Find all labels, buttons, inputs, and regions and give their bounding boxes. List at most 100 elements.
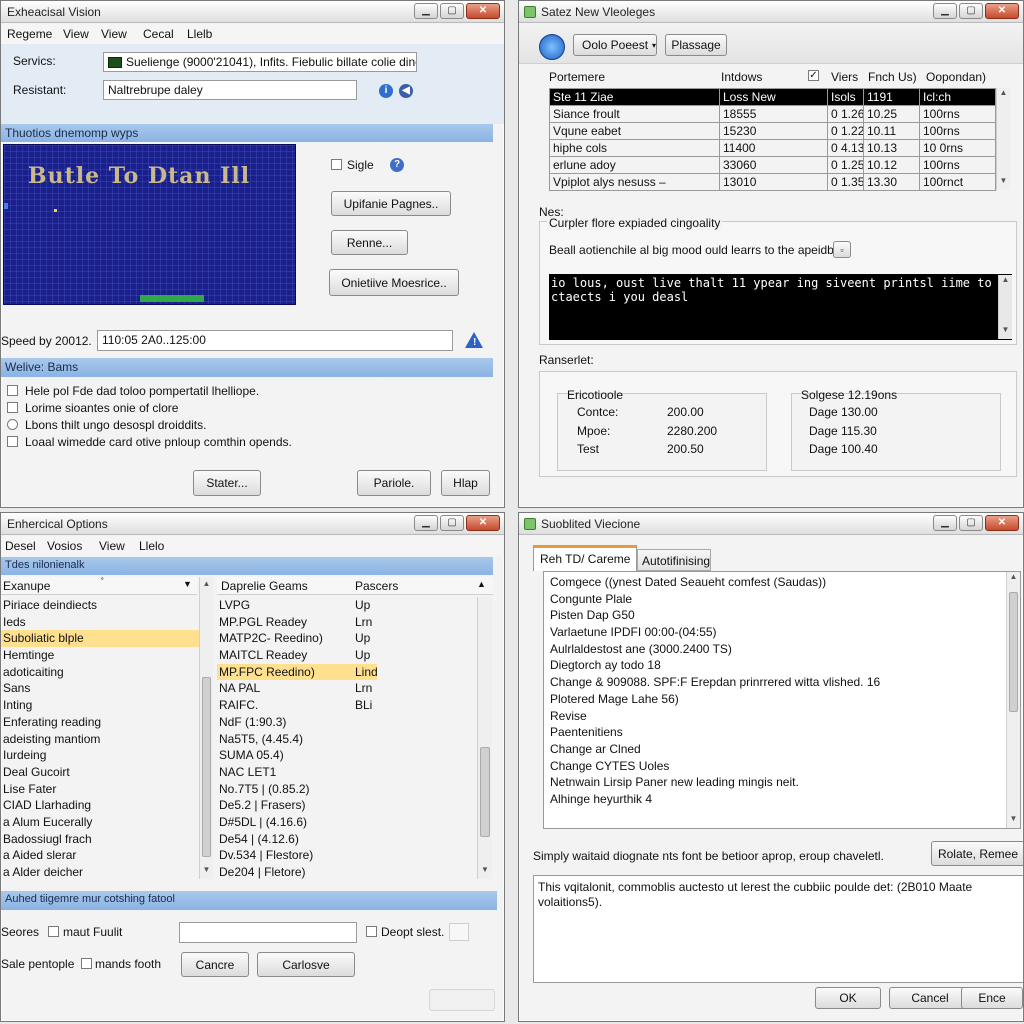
maximize-icon[interactable]: ▢	[959, 3, 983, 19]
info-icon[interactable]: i	[379, 84, 393, 98]
list-item[interactable]: Change CYTES Uoles	[548, 758, 1008, 775]
list-item[interactable]: Na5T5, (4.45.4)	[217, 731, 377, 748]
menu-vosios[interactable]: Vosios	[47, 539, 82, 553]
list-item[interactable]: Inting	[1, 697, 199, 714]
table-row[interactable]: Vpiplot alys nesuss –13010 0 1.35 13.30 100…	[549, 173, 996, 191]
close-icon[interactable]: ✕	[466, 515, 500, 531]
pariole-button[interactable]: Pariole.	[357, 470, 431, 496]
table-row[interactable]: Vqune eabet 15230 0 1.22 10.11 100rns	[549, 122, 996, 140]
deopt-checkbox[interactable]	[366, 926, 377, 937]
title-bar[interactable]: Exheacisal Vision ▁ ▢ ✕	[1, 1, 504, 23]
list-item[interactable]: NdF (1:90.3)	[217, 714, 377, 731]
close-icon[interactable]: ✕	[985, 515, 1019, 531]
scroll-thumb[interactable]	[480, 747, 490, 837]
close-icon[interactable]: ✕	[466, 3, 500, 19]
cancel-button[interactable]: Cancel	[889, 987, 971, 1009]
cancel-button[interactable]: Cancre	[181, 952, 249, 977]
scroll-up-icon[interactable]: ▲	[1007, 572, 1020, 586]
ence-button[interactable]: Ence	[961, 987, 1023, 1009]
remove-button[interactable]: Renne...	[331, 230, 408, 255]
more-button[interactable]: ▫	[833, 241, 851, 258]
help-icon[interactable]: ?	[390, 158, 404, 172]
list-item-selected[interactable]: Lind	[353, 663, 378, 681]
list-item[interactable]: adoticaiting	[1, 664, 199, 681]
mid-column-header[interactable]: Daprelie Geams Pascers ▲	[217, 577, 493, 595]
maut-checkbox[interactable]	[48, 926, 59, 937]
scroll-up-icon[interactable]: ▲	[999, 275, 1012, 289]
maximize-icon[interactable]: ▢	[440, 3, 464, 19]
services-field[interactable]: Suelienge (9000'21041), Infits. Fiebulic…	[103, 52, 417, 72]
title-bar[interactable]: Enhercical Options ▁ ▢ ✕	[1, 513, 504, 535]
scroll-down-icon[interactable]: ▼	[478, 865, 492, 879]
list-item[interactable]: NAC LET1	[217, 764, 377, 781]
scroll-thumb[interactable]	[202, 677, 211, 857]
menu-desel[interactable]: Desel	[5, 539, 36, 553]
table-row[interactable]: hiphe cols 11400 0 4.13 10.13 10 0rns	[549, 139, 996, 157]
scroll-down-icon[interactable]: ▼	[997, 176, 1010, 190]
menu-help[interactable]: Llelb	[187, 27, 212, 41]
terminal-output[interactable]: io lous, oust live thalt 11 ypear ing si…	[549, 274, 1012, 340]
list-item[interactable]: Up	[353, 647, 377, 664]
list-item[interactable]: No.7T5 | (0.85.2)	[217, 781, 377, 798]
list-item[interactable]: Dv.534 | Flestore)	[217, 847, 377, 864]
list-item[interactable]: Up	[353, 597, 377, 614]
maximize-icon[interactable]: ▢	[959, 515, 983, 531]
start-button[interactable]: Stater...	[193, 470, 261, 496]
maximize-icon[interactable]: ▢	[440, 515, 464, 531]
list-item[interactable]: Revise	[548, 708, 1008, 725]
rotate-button[interactable]: Rolate, Remee	[931, 841, 1023, 866]
list-item[interactable]: a Alum Eucerally	[1, 814, 199, 831]
preset-combo[interactable]: Oolo Poeest ▾	[573, 34, 657, 56]
list-item[interactable]: De204 | Fletore)	[217, 864, 377, 881]
menu-help[interactable]: Llelo	[139, 539, 164, 553]
mands-checkbox[interactable]	[81, 958, 92, 969]
list-item[interactable]: Plotered Mage Lahe 56)	[548, 691, 1008, 708]
scroll-down-icon[interactable]: ▼	[1007, 814, 1020, 828]
scroll-up-icon[interactable]: ▲	[997, 88, 1010, 102]
resistant-field[interactable]: Naltrebrupe daley	[103, 80, 357, 100]
list-item[interactable]: Varlaetune IPDFI 00:00-(04:55)	[548, 624, 1008, 641]
list-item[interactable]: a Aided slerar	[1, 847, 199, 864]
list-item[interactable]: Piriace deindiects	[1, 597, 199, 614]
scroll-up-icon[interactable]: ▲	[200, 579, 213, 593]
option-checkbox-4[interactable]	[7, 436, 18, 447]
table-row[interactable]: Siance froult 18555 0 1.26 10.25 100rns	[549, 105, 996, 123]
minimize-icon[interactable]: ▁	[933, 515, 957, 531]
list-item[interactable]: adeisting mantiom	[1, 731, 199, 748]
list-item[interactable]: Ieds	[1, 614, 199, 631]
close-icon[interactable]: ✕	[985, 3, 1019, 19]
list-item[interactable]: Badossiugl frach	[1, 831, 199, 848]
notes-textarea[interactable]: This vqitalonit, commoblis auctesto ut l…	[533, 875, 1023, 983]
list-item[interactable]: Congunte Plale	[548, 591, 1008, 608]
list-item[interactable]: D#5DL | (4.16.6)	[217, 814, 377, 831]
list-item[interactable]: Deal Gucoirt	[1, 764, 199, 781]
list-item[interactable]: Comgece ((ynest Dated Seaueht comfest (S…	[548, 574, 1008, 591]
changes-scrollbar[interactable]: ▲ ▼	[1006, 572, 1020, 828]
option-checkbox-1[interactable]	[7, 385, 18, 396]
list-item[interactable]: Change ar Clned	[548, 741, 1008, 758]
list-item[interactable]: Diegtorch ay todo 18	[548, 657, 1008, 674]
table-scrollbar[interactable]: ▲ ▼	[996, 88, 1010, 190]
list-item[interactable]: Up	[353, 630, 377, 647]
list-item[interactable]: De54 | (4.12.6)	[217, 831, 377, 848]
list-item[interactable]: Lrn	[353, 614, 377, 631]
list-item[interactable]: Change & 909088. SPF:F Erepdan prinrrere…	[548, 674, 1008, 691]
minimize-icon[interactable]: ▁	[933, 3, 957, 19]
list-item[interactable]: Enferating reading	[1, 714, 199, 731]
seores-input[interactable]	[179, 922, 357, 943]
list-item[interactable]: CIAD Llarhading	[1, 797, 199, 814]
browser-icon[interactable]	[539, 34, 565, 60]
list-item[interactable]: Alhinge heyurthik 4	[548, 791, 1008, 808]
left-column-header[interactable]: Exanupe ˚ ▼	[1, 577, 197, 595]
table-row[interactable]: erlune adoy 33060 0 1.25 10.12 100rns	[549, 156, 996, 174]
update-pages-button[interactable]: Upifanie Pagnes..	[331, 191, 451, 216]
list-item[interactable]: Lrn	[353, 680, 377, 697]
tab-autotifinising[interactable]: Autotifinising	[637, 549, 711, 571]
table-row[interactable]: Ste 11 Ziae Loss New Isols 1191 Icl:ch	[549, 88, 996, 106]
menu-regeme[interactable]: Regeme	[7, 27, 52, 41]
plassage-button[interactable]: Plassage	[665, 34, 727, 56]
menu-view-2[interactable]: View	[101, 27, 127, 41]
menu-view[interactable]: View	[63, 27, 89, 41]
minimize-icon[interactable]: ▁	[414, 515, 438, 531]
options-button[interactable]: Onietiive Moesrice..	[329, 269, 459, 296]
